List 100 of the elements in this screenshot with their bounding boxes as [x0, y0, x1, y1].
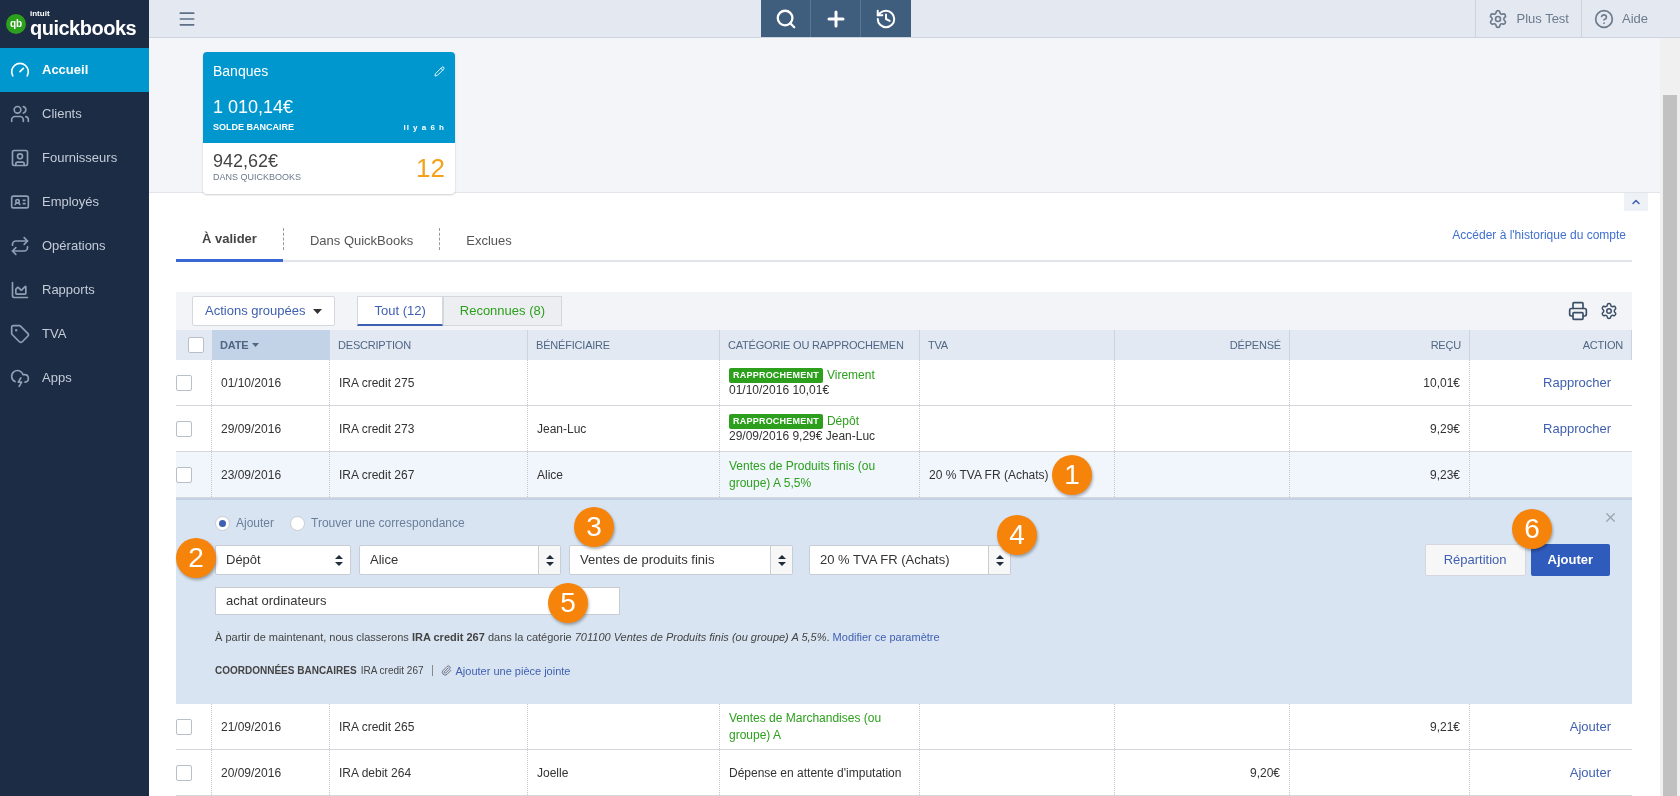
bank-card[interactable]: Banques 1 010,14€ SOLDE BANCAIRE Il y a 6 h 942,62€ DANS QUICKBOOKS 12: [203, 52, 455, 194]
company-button[interactable]: Plus Test: [1475, 0, 1581, 37]
add-button[interactable]: Ajouter: [1530, 544, 1610, 576]
category-text: Dépense en attente d'imputation: [729, 764, 902, 782]
date-cell-text: 20/09/2016: [221, 764, 282, 782]
card-title: Banques: [213, 62, 269, 81]
tab[interactable]: Exclues: [440, 219, 538, 262]
checkbox[interactable]: [176, 420, 192, 437]
description-cell-text: IRA credit 267: [339, 466, 415, 484]
quickbooks-balance-label: DANS QUICKBOOKS: [213, 171, 302, 185]
action-link[interactable]: Ajouter: [1569, 762, 1611, 783]
description-cell-text: IRA credit 275: [339, 374, 415, 392]
payee-cell-text: Alice: [537, 466, 563, 484]
help-icon: [1594, 8, 1614, 29]
sort-arrows-icon: [545, 554, 554, 566]
payee-select[interactable]: Alice: [359, 545, 561, 575]
attach-link[interactable]: Ajouter une pièce jointe: [455, 662, 571, 679]
pending-count: 12: [416, 151, 445, 185]
settings-icon: [1488, 8, 1509, 29]
quickbooks-balance: 942,62€: [213, 151, 280, 172]
radio-label: Ajouter: [236, 515, 275, 532]
table-row[interactable]: 21/09/2016 IRA credit 265 Ventes de Marchandises (ou groupe) A 9,21€ Ajouter: [176, 704, 1632, 750]
search-icon: [774, 7, 797, 30]
gauge-icon: [10, 60, 30, 80]
type-select[interactable]: Dépôt: [215, 545, 351, 575]
edit-icon[interactable]: [434, 66, 445, 77]
checkbox[interactable]: [176, 466, 192, 483]
paperclip-icon: [440, 665, 452, 677]
split-button[interactable]: Répartition: [1424, 544, 1526, 576]
description-cell-text: IRA credit 265: [339, 718, 415, 736]
sidebar-item[interactable]: Opérations: [0, 224, 149, 268]
person-frame-icon: [10, 148, 30, 168]
sidebar-item[interactable]: Fournisseurs: [0, 136, 149, 180]
tab[interactable]: À valider: [176, 219, 283, 262]
match-name: Dépôt: [826, 413, 859, 429]
spent-cell-text: 9,20€: [1249, 764, 1280, 782]
cloud-lightning-icon: [10, 368, 30, 388]
bank-balance-label: SOLDE BANCAIRE: [213, 121, 294, 134]
checkbox[interactable]: [176, 764, 192, 781]
received-cell-text: 9,23€: [1429, 466, 1460, 484]
sidebar-item[interactable]: Rapports: [0, 268, 149, 312]
table-row[interactable]: 01/10/2016 IRA credit 275 RAPPROCHEMENT Virement 01/10/2016 10,01€ 10,01€ Rapprocher: [176, 360, 1632, 406]
arrows-icon: [10, 236, 30, 256]
logo-brand: intuit: [30, 10, 51, 18]
table-row[interactable]: 29/09/2016 IRA credit 273 Jean-Luc RAPPROCHEMENT Dépôt 29/09/2016 9,29€ Jean-Luc 9,29€ Rapprocher: [176, 406, 1632, 452]
close-icon[interactable]: [1603, 510, 1618, 525]
sidebar-item[interactable]: Apps: [0, 356, 149, 400]
match-badge: RAPPROCHEMENT: [729, 413, 823, 429]
description-cell-text: IRA credit 273: [339, 420, 415, 438]
table-row[interactable]: 20/09/2016 IRA debit 264 Joelle Dépense en attente d'imputation 9,20€ Ajouter: [176, 750, 1632, 796]
checkbox[interactable]: [176, 718, 192, 735]
account-history-link[interactable]: Accéder à l'historique du compte: [1452, 225, 1626, 244]
tax-select[interactable]: 20 % TVA FR (Achats): [809, 545, 1011, 575]
received-cell-text: 10,01€: [1423, 374, 1460, 392]
radio-button[interactable]: [290, 515, 306, 531]
checkbox[interactable]: [188, 337, 204, 353]
print-icon[interactable]: [1568, 301, 1588, 321]
tag-icon: [10, 324, 30, 344]
scrollbar[interactable]: [1660, 38, 1680, 796]
bank-details-value: IRA credit 267: [360, 664, 424, 679]
users-icon: [10, 104, 30, 124]
collapse-button[interactable]: [1624, 193, 1648, 211]
date-cell-text: 21/09/2016: [221, 718, 282, 736]
radio-button[interactable]: [215, 515, 230, 531]
sidebar-item[interactable]: Accueil: [0, 48, 149, 92]
settings-icon[interactable]: [1600, 302, 1618, 320]
category-text: Ventes de Produits finis (ou groupe) A 5,5%: [729, 457, 877, 492]
bank-balance: 1 010,14€: [213, 96, 295, 119]
match-name: Virement: [826, 367, 875, 383]
sidebar-item[interactable]: Clients: [0, 92, 149, 136]
caret-icon: [313, 308, 323, 314]
batch-actions-dropdown[interactable]: Actions groupées: [192, 296, 336, 326]
sort-arrows-icon: [335, 554, 343, 566]
sort-arrows-icon: [777, 554, 786, 566]
logo-icon: qb: [6, 14, 26, 34]
action-link[interactable]: Rapprocher: [1543, 372, 1611, 393]
rule-text: À partir de maintenant, nous classerons IRA credit 267 dans la catégorie 701100 Ventes de Produits finis (ou groupe) A 5,5%. Modifier ce paramètre: [215, 630, 941, 645]
sort-arrows-icon: [995, 554, 1004, 566]
received-cell-text: 9,29€: [1429, 420, 1460, 438]
radio-label: Trouver une correspondance: [311, 515, 465, 532]
updated-time: Il y a 6 h: [403, 121, 445, 134]
help-button[interactable]: Aide: [1581, 0, 1660, 37]
tab[interactable]: Dans QuickBooks: [283, 219, 440, 262]
column-header[interactable]: DATE: [212, 330, 330, 360]
sidebar-item[interactable]: Employés: [0, 180, 149, 224]
clock-arrow-icon: [875, 7, 898, 30]
action-link[interactable]: Rapprocher: [1543, 418, 1611, 439]
category-select[interactable]: Ventes de produits finis: [569, 545, 793, 575]
payee-cell-text: Jean-Luc: [537, 420, 587, 438]
match-detail: 29/09/2016 9,29€ Jean-Luc: [729, 428, 876, 444]
date-cell-text: 23/09/2016: [221, 466, 282, 484]
change-setting-link[interactable]: Modifier ce paramètre: [832, 631, 940, 643]
id-card-icon: [10, 192, 30, 212]
action-link[interactable]: Ajouter: [1569, 716, 1611, 737]
match-detail: 01/10/2016 10,01€: [729, 382, 831, 398]
filter-button[interactable]: Tout (12): [357, 296, 443, 326]
checkbox[interactable]: [176, 374, 192, 391]
sidebar-item[interactable]: TVA: [0, 312, 149, 356]
description-cell-text: IRA debit 264: [339, 764, 412, 782]
category-text: Ventes de Marchandises (ou groupe) A: [729, 709, 883, 744]
